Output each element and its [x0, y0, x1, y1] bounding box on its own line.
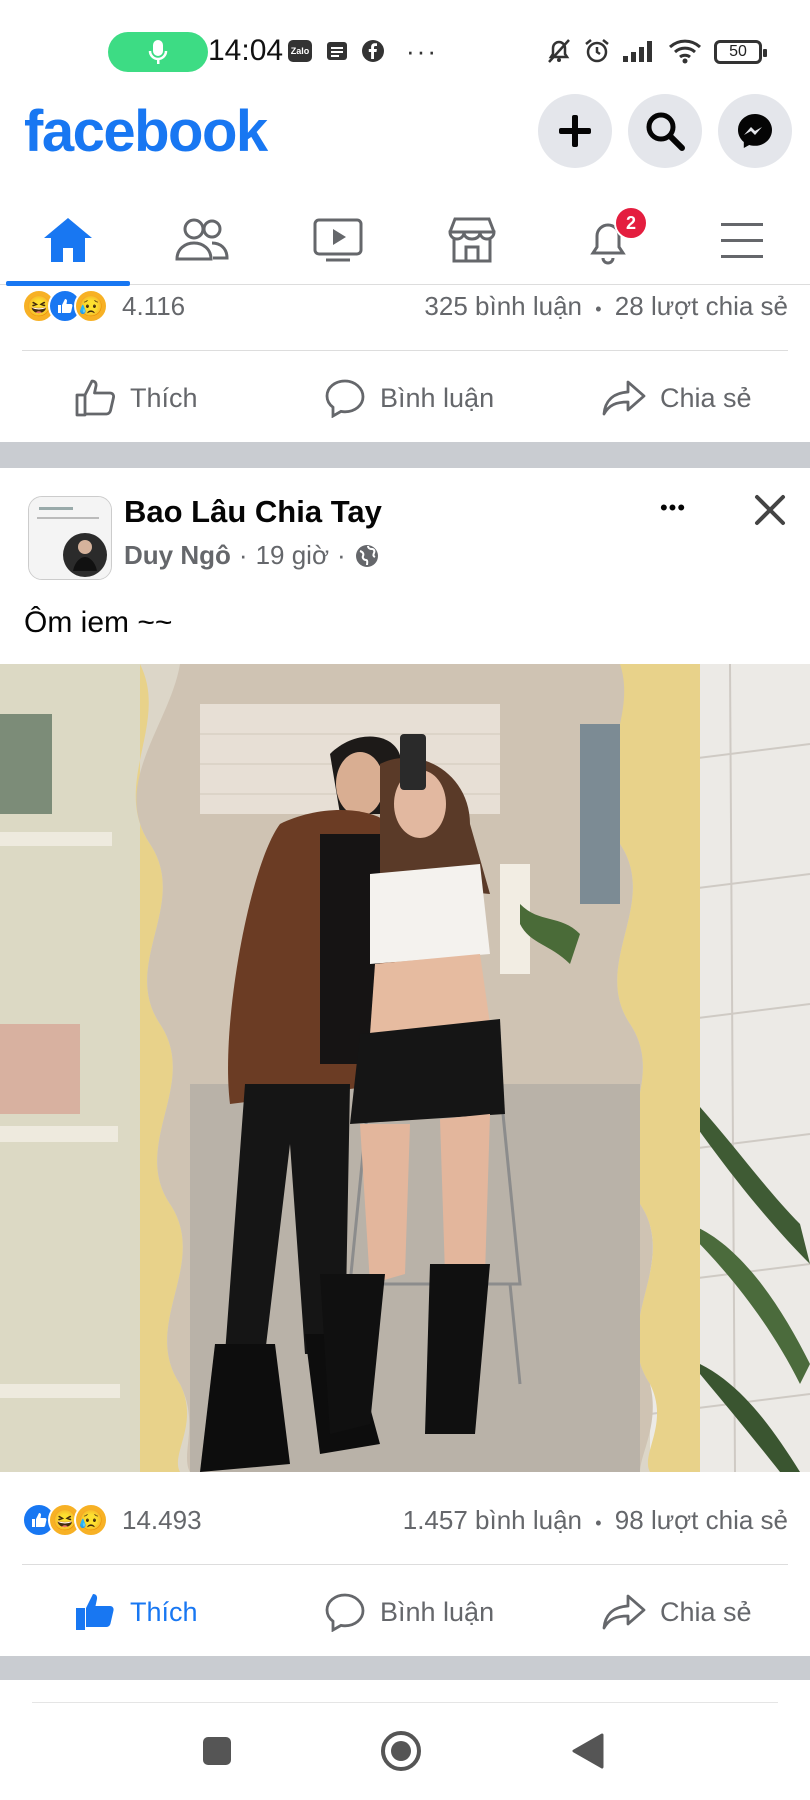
- comment-label: Bình luận: [380, 382, 495, 413]
- share-button[interactable]: Chia sẻ: [602, 358, 752, 438]
- prev-post-actions: Thích Bình luận Chia sẻ: [0, 358, 810, 438]
- thumbs-up-filled-icon: [76, 1594, 114, 1630]
- search-button[interactable]: [628, 94, 702, 168]
- post-actions: Thích Bình luận Chia sẻ: [0, 1572, 810, 1652]
- tab-notifications[interactable]: [548, 196, 668, 284]
- separator: ·: [337, 540, 346, 570]
- share-icon: [602, 1594, 646, 1630]
- comment-icon: [325, 379, 365, 418]
- feed-separator: [0, 1656, 810, 1682]
- messenger-icon: [738, 114, 772, 148]
- like-label: Thích: [130, 382, 198, 413]
- share-label: Chia sẻ: [660, 382, 752, 413]
- home-button[interactable]: [380, 1730, 422, 1772]
- back-triangle-icon: [572, 1733, 604, 1769]
- share-button[interactable]: Chia sẻ: [602, 1572, 752, 1652]
- messenger-button[interactable]: [718, 94, 792, 168]
- menu-icon: [721, 223, 763, 258]
- alarm-icon: [582, 36, 612, 66]
- tab-home[interactable]: [8, 196, 128, 284]
- signal-icon: [620, 36, 660, 66]
- plus-icon: [559, 115, 591, 147]
- back-button[interactable]: [570, 1732, 606, 1770]
- close-icon: [755, 495, 785, 525]
- author-name[interactable]: Duy Ngô: [124, 540, 231, 571]
- status-bar: 14:04 Zalo ··· 50: [0, 0, 810, 104]
- share-count: 28 lượt chia sẻ: [614, 290, 788, 321]
- store-icon: [448, 217, 496, 263]
- sad-reaction-icon: 😥: [74, 289, 108, 323]
- separator: ·: [238, 540, 248, 570]
- wifi-icon: [666, 36, 704, 66]
- globe-icon: [355, 544, 378, 567]
- page-avatar[interactable]: [28, 496, 112, 580]
- post-meta: Duy Ngô · 19 giờ ·: [124, 540, 380, 571]
- post-time[interactable]: 19 giờ: [256, 540, 329, 571]
- divider: [22, 350, 788, 351]
- divider: [22, 1564, 788, 1565]
- message-icon: [324, 36, 350, 66]
- thumbs-up-icon: [75, 379, 115, 417]
- mic-icon: [148, 40, 168, 64]
- like-button[interactable]: Thích: [74, 358, 198, 438]
- home-icon: [44, 218, 92, 262]
- prev-post-stats: 😆 😥 4.116 325 bình luận • 28 lượt chia s…: [22, 286, 788, 326]
- comment-count: 325 bình luận: [424, 290, 583, 321]
- zalo-icon: Zalo: [287, 36, 313, 66]
- recents-button[interactable]: [200, 1734, 234, 1768]
- comment-label: Bình luận: [380, 1596, 495, 1627]
- notification-badge: 2: [614, 206, 648, 240]
- mic-indicator[interactable]: [108, 32, 208, 72]
- reaction-count: 4.116: [122, 290, 186, 321]
- hide-post-button[interactable]: [748, 488, 792, 532]
- share-icon: [602, 380, 646, 416]
- tab-marketplace[interactable]: [412, 196, 532, 284]
- video-icon: [313, 218, 363, 262]
- share-count: 98 lượt chia sẻ: [614, 1504, 788, 1535]
- mute-icon: [544, 36, 574, 66]
- post-photo[interactable]: [0, 664, 810, 1472]
- page-name[interactable]: Bao Lâu Chia Tay: [124, 494, 382, 530]
- battery-indicator: 50: [714, 40, 767, 64]
- post-caption: Ôm iem ~~: [24, 606, 173, 639]
- post-options-button[interactable]: •••: [650, 488, 696, 528]
- friends-icon: [175, 218, 229, 261]
- tab-watch[interactable]: [278, 196, 398, 284]
- facebook-icon: [360, 36, 386, 66]
- tab-menu[interactable]: [682, 196, 802, 284]
- reaction-count: 14.493: [122, 1504, 202, 1535]
- reaction-summary[interactable]: 😆 😥 4.116: [22, 289, 185, 323]
- engagement-summary[interactable]: 1.457 bình luận • 98 lượt chia sẻ: [403, 1505, 788, 1536]
- tab-friends[interactable]: [142, 196, 262, 284]
- engagement-summary[interactable]: 325 bình luận • 28 lượt chia sẻ: [424, 291, 788, 322]
- main-nav: 2: [0, 196, 810, 286]
- reaction-summary[interactable]: 😆 😥 14.493: [22, 1503, 202, 1537]
- create-button[interactable]: [538, 94, 612, 168]
- separator: •: [595, 1512, 602, 1533]
- post-stats: 😆 😥 14.493 1.457 bình luận • 98 lượt chi…: [22, 1500, 788, 1540]
- comment-button[interactable]: Bình luận: [324, 1572, 494, 1652]
- facebook-logo[interactable]: facebook: [24, 98, 268, 165]
- like-button-active[interactable]: Thích: [74, 1572, 198, 1652]
- home-circle-icon: [381, 1731, 421, 1771]
- comment-icon: [325, 1593, 365, 1632]
- like-label: Thích: [130, 1596, 198, 1627]
- clock: 14:04: [208, 34, 284, 67]
- divider: [32, 1702, 778, 1703]
- square-icon: [203, 1737, 231, 1765]
- search-icon: [646, 112, 685, 151]
- comment-button[interactable]: Bình luận: [324, 358, 494, 438]
- zalo-label: Zalo: [288, 40, 312, 62]
- feed-separator: [0, 442, 810, 468]
- more-icon: ···: [406, 35, 438, 66]
- share-label: Chia sẻ: [660, 1596, 752, 1627]
- comment-count: 1.457 bình luận: [402, 1504, 583, 1535]
- sad-reaction-icon: 😥: [74, 1503, 108, 1537]
- separator: •: [595, 298, 602, 319]
